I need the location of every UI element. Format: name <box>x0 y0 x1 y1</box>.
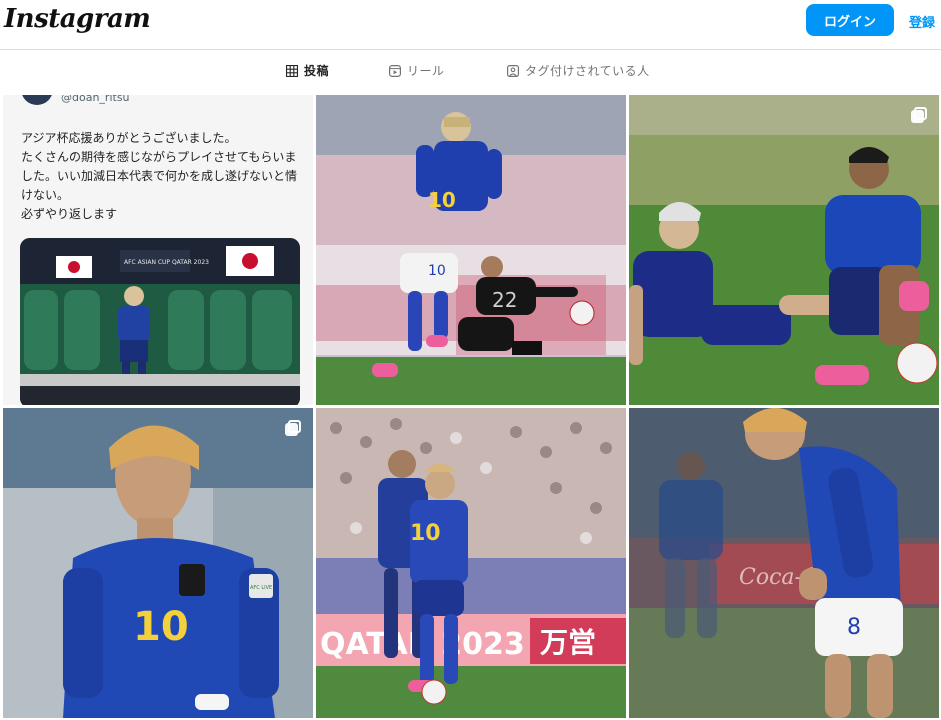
player-celebrating-image: Coca-Cola 8 <box>629 408 939 718</box>
grid-icon <box>286 64 298 77</box>
tab-posts-label: 投稿 <box>304 64 330 78</box>
login-button[interactable]: ログイン <box>806 4 894 36</box>
tweet-line: した。いい加減日本代表で何かを成し遂げないと情 <box>21 169 298 183</box>
shirt-number: 10 <box>410 521 441 546</box>
tab-reels[interactable]: リール <box>389 62 445 79</box>
badge-text: AFC LIVE <box>250 585 272 591</box>
shirt-number: 10 <box>428 188 456 212</box>
board-text-2: 万営 <box>540 626 596 659</box>
tagged-icon <box>507 64 519 77</box>
post-tile-celebrating[interactable]: Coca-Cola 8 <box>629 408 939 718</box>
posts-grid: @doan_ritsu アジア杯応援ありがとうございました。 たくさんの期待を感… <box>0 95 941 720</box>
tab-tagged[interactable]: タグ付けされている人 <box>507 62 650 79</box>
tab-tagged-label: タグ付けされている人 <box>525 64 650 78</box>
player-closeup-image: 10 AFC LIVE <box>3 408 313 718</box>
post-tile-sitting[interactable] <box>629 95 939 405</box>
tweet-line: たくさんの期待を感じながらプレイさせてもらいま <box>21 150 297 164</box>
tab-reels-label: リール <box>407 64 445 78</box>
tweet-text: アジア杯応援ありがとうございました。 たくさんの期待を感じながらプレイさせてもら… <box>21 129 303 224</box>
shorts-number: 10 <box>428 263 446 279</box>
top-bar: Instagram ログイン 登録 <box>0 0 941 50</box>
shorts-number: 8 <box>847 615 861 640</box>
post-tile-crowd[interactable]: QATAR 2023 万営 10 <box>316 408 626 718</box>
tweet-line: けない。 <box>21 188 70 202</box>
keeper-number: 22 <box>492 288 517 312</box>
tweet-photo: AFC ASIAN CUP QATAR 2023 <box>20 238 300 405</box>
signup-link[interactable]: 登録 <box>909 12 935 31</box>
tweet-handle: @doan_ritsu <box>61 95 130 104</box>
bench-banner-text: AFC ASIAN CUP QATAR 2023 <box>124 259 209 266</box>
post-tile-closeup[interactable]: 10 AFC LIVE <box>3 408 313 718</box>
avatar <box>21 95 53 105</box>
instagram-logo[interactable]: Instagram <box>4 4 151 34</box>
post-tile-running[interactable]: 22 10 10 <box>316 95 626 405</box>
multiple-photos-icon <box>911 107 927 123</box>
player-running-image: 22 10 10 <box>316 95 626 405</box>
shirt-number: 10 <box>133 604 189 650</box>
tab-posts[interactable]: 投稿 <box>286 62 329 79</box>
bench-scene-image: AFC ASIAN CUP QATAR 2023 <box>20 238 300 405</box>
players-sitting-image <box>629 95 939 405</box>
tweet-line: アジア杯応援ありがとうございました。 <box>21 131 237 145</box>
players-crowd-image: QATAR 2023 万営 10 <box>316 408 626 718</box>
tweet-header: @doan_ritsu <box>21 95 130 105</box>
multiple-photos-icon <box>285 420 301 436</box>
profile-tabs: 投稿 リール タグ付けされている人 <box>0 50 941 92</box>
reels-icon <box>389 64 401 77</box>
post-tile-tweet[interactable]: @doan_ritsu アジア杯応援ありがとうございました。 たくさんの期待を感… <box>3 95 313 405</box>
tweet-line: 必ずやり返します <box>21 207 118 221</box>
